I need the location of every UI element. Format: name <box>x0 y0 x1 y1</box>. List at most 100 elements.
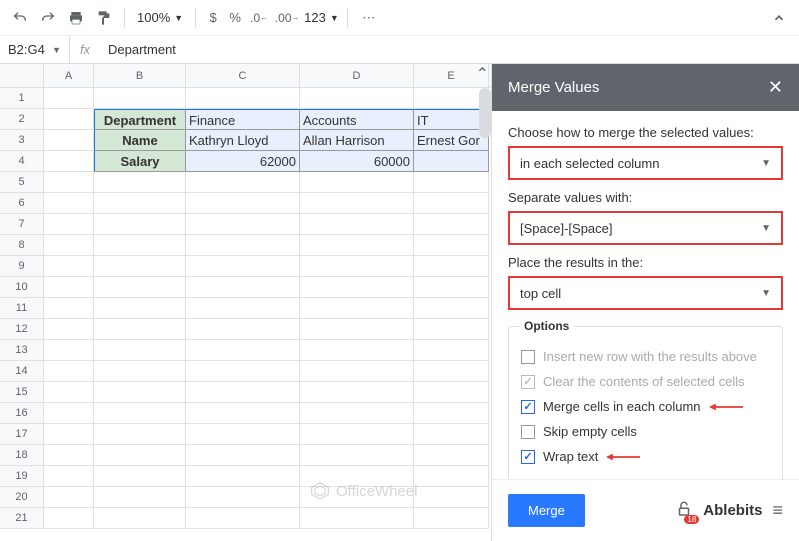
cell[interactable] <box>186 277 300 298</box>
cell[interactable] <box>414 424 489 445</box>
col-header[interactable]: B <box>94 64 186 87</box>
cell[interactable] <box>300 172 414 193</box>
cell[interactable] <box>300 319 414 340</box>
more-formats-dropdown[interactable]: 123▼ <box>304 10 339 25</box>
row-header[interactable]: 13 <box>0 340 44 361</box>
cell[interactable]: 60000 <box>300 151 414 172</box>
cell[interactable] <box>186 319 300 340</box>
cell[interactable] <box>300 424 414 445</box>
cell[interactable] <box>186 403 300 424</box>
checkbox-checked[interactable] <box>521 400 535 414</box>
cell[interactable] <box>414 151 489 172</box>
cell[interactable] <box>94 340 186 361</box>
cell[interactable] <box>414 193 489 214</box>
cell[interactable] <box>186 508 300 529</box>
name-box[interactable]: B2:G4▼ <box>0 36 70 63</box>
option-skip-empty[interactable]: Skip empty cells <box>521 424 770 439</box>
decrease-decimal-icon[interactable]: .0← <box>248 6 270 30</box>
cell[interactable] <box>186 172 300 193</box>
cell[interactable] <box>44 256 94 277</box>
formula-input[interactable]: Department <box>100 42 799 57</box>
cell[interactable]: Allan Harrison <box>300 130 414 151</box>
cell[interactable] <box>44 466 94 487</box>
zoom-dropdown[interactable]: 100%▼ <box>133 10 187 25</box>
print-icon[interactable] <box>64 6 88 30</box>
cell[interactable] <box>186 382 300 403</box>
cell[interactable] <box>44 508 94 529</box>
hamburger-icon[interactable]: ≡ <box>772 500 783 521</box>
cell[interactable] <box>94 319 186 340</box>
cell[interactable] <box>186 466 300 487</box>
cell[interactable] <box>44 109 94 130</box>
row-header[interactable]: 1 <box>0 88 44 109</box>
cell[interactable] <box>186 235 300 256</box>
cell[interactable] <box>414 487 489 508</box>
lock-badge-icon[interactable]: 18 <box>675 500 693 521</box>
cell[interactable]: Ernest Gor <box>414 130 489 151</box>
cell[interactable]: Name <box>94 130 186 151</box>
cell[interactable] <box>414 214 489 235</box>
option-wrap-text[interactable]: Wrap text <box>521 449 770 464</box>
spreadsheet-grid[interactable]: A B C D E 12DepartmentFinanceAccountsIT3… <box>0 64 491 541</box>
col-header[interactable]: C <box>186 64 300 87</box>
row-header[interactable]: 16 <box>0 403 44 424</box>
cell[interactable] <box>300 298 414 319</box>
cell[interactable] <box>44 298 94 319</box>
cell[interactable] <box>44 382 94 403</box>
cell[interactable] <box>186 193 300 214</box>
increase-decimal-icon[interactable]: .00→ <box>274 6 300 30</box>
more-icon[interactable]: ⋯ <box>356 6 382 30</box>
row-header[interactable]: 6 <box>0 193 44 214</box>
cell[interactable] <box>94 235 186 256</box>
cell[interactable] <box>44 424 94 445</box>
cell[interactable] <box>44 130 94 151</box>
cell[interactable] <box>414 382 489 403</box>
row-header[interactable]: 12 <box>0 319 44 340</box>
cell[interactable] <box>44 193 94 214</box>
cell[interactable] <box>186 214 300 235</box>
row-header[interactable]: 21 <box>0 508 44 529</box>
cell[interactable] <box>414 172 489 193</box>
row-header[interactable]: 9 <box>0 256 44 277</box>
cell[interactable] <box>94 487 186 508</box>
cell[interactable] <box>300 340 414 361</box>
cell[interactable] <box>414 508 489 529</box>
cell[interactable] <box>186 298 300 319</box>
cell[interactable] <box>44 214 94 235</box>
cell[interactable] <box>300 88 414 109</box>
row-header[interactable]: 17 <box>0 424 44 445</box>
scroll-up-icon[interactable]: ⌃ <box>476 64 489 84</box>
merge-button[interactable]: Merge <box>508 494 585 527</box>
paint-format-icon[interactable] <box>92 6 116 30</box>
select-all-corner[interactable] <box>0 64 44 87</box>
cell[interactable] <box>94 508 186 529</box>
cell[interactable] <box>94 88 186 109</box>
cell[interactable] <box>300 256 414 277</box>
cell[interactable] <box>94 424 186 445</box>
cell[interactable] <box>94 256 186 277</box>
row-header[interactable]: 20 <box>0 487 44 508</box>
cell[interactable] <box>44 487 94 508</box>
cell[interactable] <box>300 382 414 403</box>
col-header[interactable]: D <box>300 64 414 87</box>
row-header[interactable]: 11 <box>0 298 44 319</box>
cell[interactable] <box>300 277 414 298</box>
cell[interactable] <box>186 361 300 382</box>
cell[interactable] <box>300 403 414 424</box>
cell[interactable] <box>300 361 414 382</box>
currency-icon[interactable]: $ <box>204 6 222 30</box>
cell[interactable] <box>300 214 414 235</box>
scrollbar-vertical[interactable] <box>479 88 491 138</box>
cell[interactable] <box>94 361 186 382</box>
cell[interactable] <box>300 193 414 214</box>
cell[interactable] <box>94 382 186 403</box>
cell[interactable]: Accounts <box>300 109 414 130</box>
close-icon[interactable]: ✕ <box>768 77 783 98</box>
cell[interactable]: Salary <box>94 151 186 172</box>
cell[interactable] <box>300 235 414 256</box>
cell[interactable] <box>186 487 300 508</box>
row-header[interactable]: 10 <box>0 277 44 298</box>
cell[interactable] <box>414 403 489 424</box>
cell[interactable] <box>94 445 186 466</box>
cell[interactable] <box>414 277 489 298</box>
